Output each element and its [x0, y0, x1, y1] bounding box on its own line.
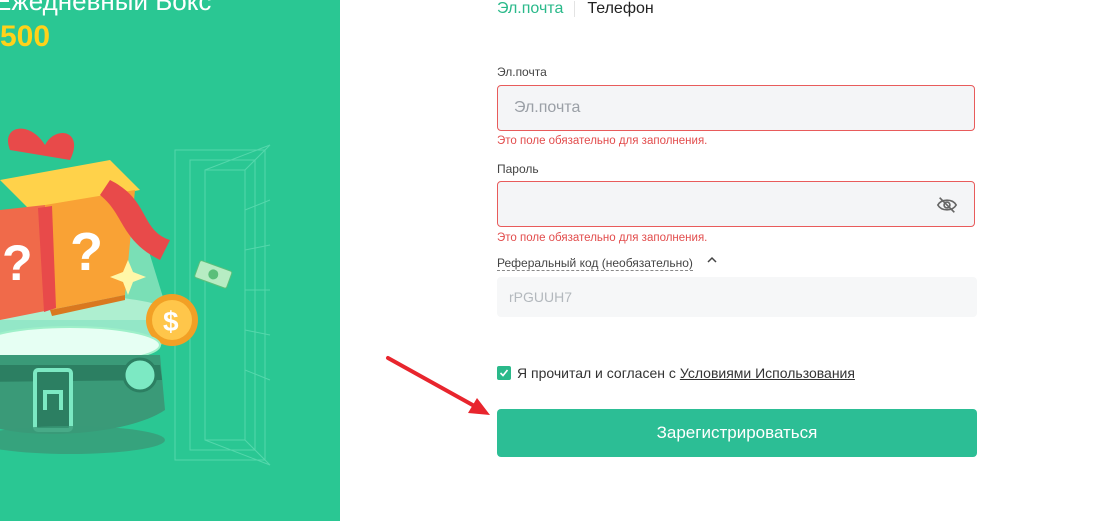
svg-text:?: ? — [2, 235, 33, 291]
referral-code-input[interactable] — [497, 277, 961, 317]
terms-agreement: Я прочитал и согласен с Условиями Исполь… — [497, 365, 855, 381]
promo-title: Ежедневный Бокс — [0, 0, 212, 16]
svg-text:?: ? — [70, 222, 103, 282]
terms-link[interactable]: Условиями Использования — [680, 365, 855, 381]
auth-method-tabs: Эл.почта Телефон — [497, 0, 654, 18]
password-label: Пароль — [497, 162, 539, 176]
promo-panel: Ежедневный Бокс 500 ? ? $ — [0, 0, 340, 521]
red-arrow-annotation — [386, 356, 490, 415]
tab-email[interactable]: Эл.почта — [497, 1, 574, 17]
mystery-box-illustration: ? ? $ — [0, 128, 271, 466]
eye-off-icon[interactable] — [936, 195, 958, 215]
referral-field-box — [497, 277, 977, 317]
email-field-box — [497, 85, 975, 131]
password-input[interactable] — [498, 182, 930, 226]
email-input[interactable] — [498, 86, 930, 130]
terms-text: Я прочитал и согласен с — [517, 365, 676, 381]
svg-text:$: $ — [163, 306, 179, 337]
referral-toggle[interactable]: Реферальный код (необязательно) — [497, 256, 693, 271]
tab-phone[interactable]: Телефон — [575, 1, 653, 17]
password-error: Это поле обязательно для заполнения. — [497, 232, 708, 244]
promo-amount: 500 — [0, 20, 51, 53]
email-label: Эл.почта — [497, 65, 547, 79]
password-field-box — [497, 181, 975, 227]
checkmark-icon — [499, 369, 509, 377]
email-error: Это поле обязательно для заполнения. — [497, 135, 708, 147]
chevron-up-icon[interactable] — [706, 254, 718, 266]
register-button[interactable]: Зарегистрироваться — [497, 409, 977, 457]
